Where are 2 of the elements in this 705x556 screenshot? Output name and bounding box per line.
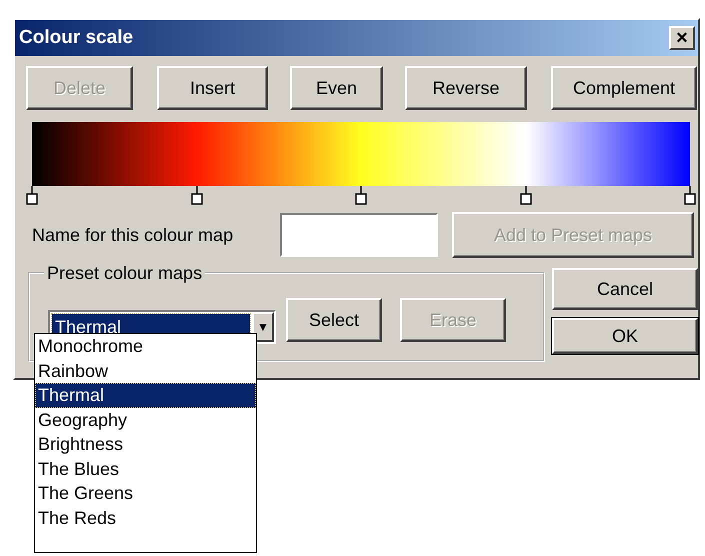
field-label: Name for this colour map [32, 224, 234, 247]
window-title: Colour scale [19, 26, 134, 50]
